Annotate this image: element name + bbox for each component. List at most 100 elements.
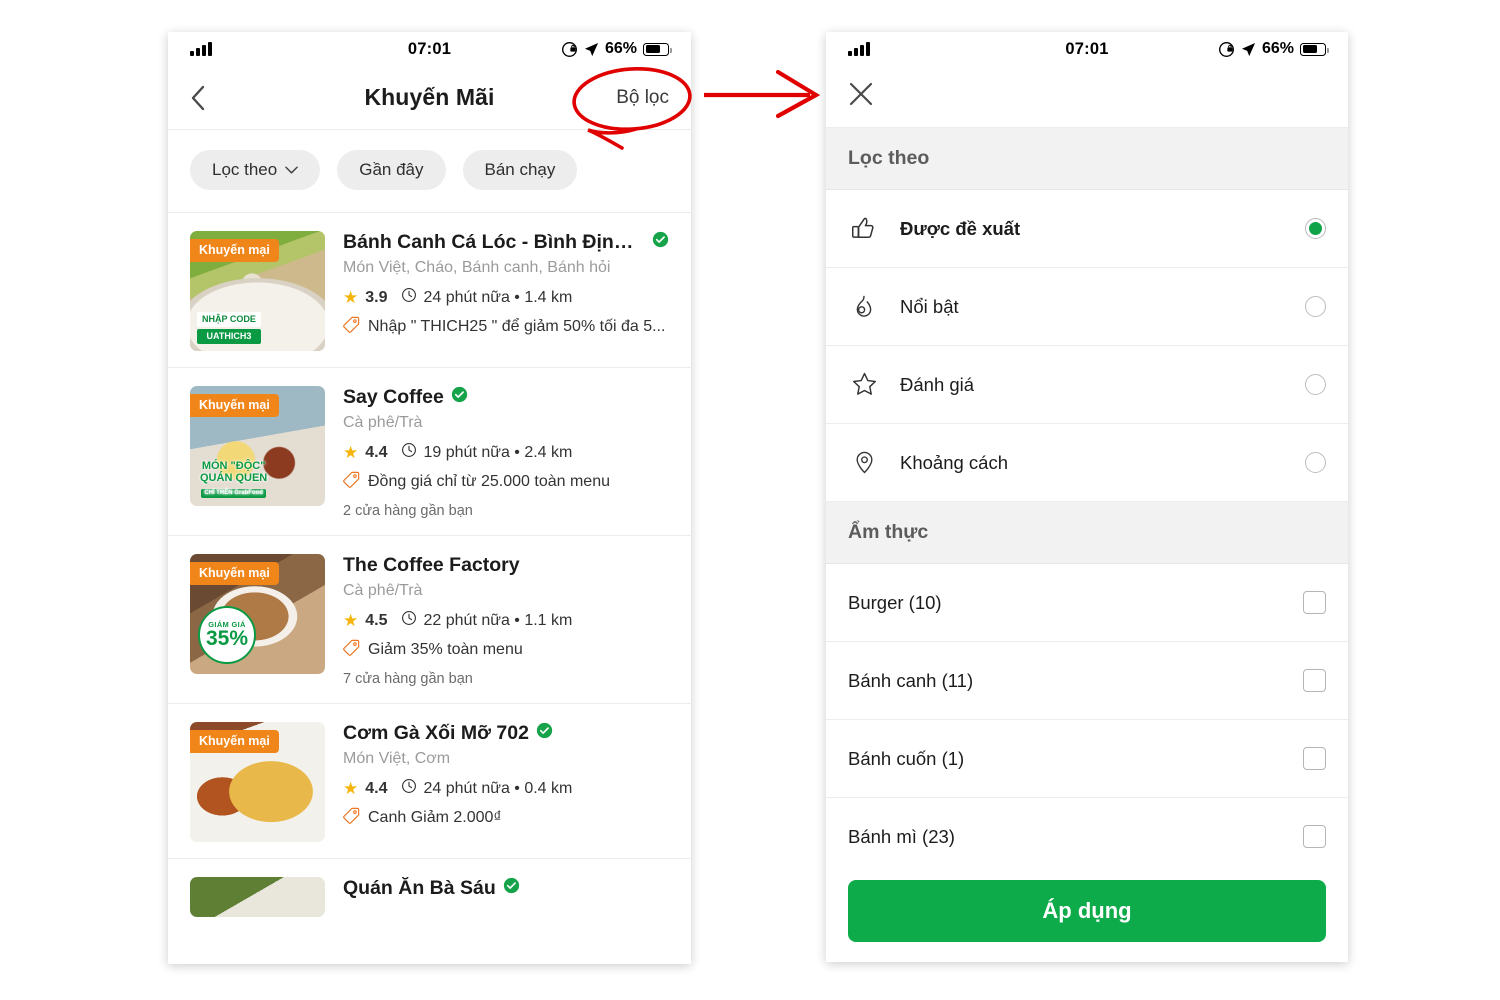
verified-badge-icon	[503, 877, 520, 900]
filter-option-duoc-de-xuat[interactable]: Được đề xuất	[826, 190, 1348, 268]
status-bar-right: 07:01 66%	[826, 32, 1348, 66]
promo-text: Giảm 35% toàn menu	[368, 641, 523, 658]
verified-badge-icon	[536, 722, 553, 745]
chip-label: Bán chạy	[484, 160, 556, 179]
restaurant-meta: ★ 4.4 24 phút nữa • 0.4 km	[343, 778, 669, 799]
verified-badge-icon	[652, 231, 669, 254]
apply-bar: Áp dụng	[826, 862, 1348, 962]
restaurant-name-row: Quán Ăn Bà Sáu	[343, 877, 669, 900]
cuisine-option-banh-canh[interactable]: Bánh canh (11)	[826, 642, 1348, 720]
chip-label: Gần đây	[359, 160, 424, 179]
thumbs-up-icon	[848, 214, 880, 244]
promo-badge: Khuyến mại	[190, 730, 279, 753]
promo-line: Canh Giảm 2.000₫	[343, 807, 669, 829]
nearby-stores: 7 cửa hàng gần bạn	[343, 671, 473, 687]
filter-option-danh-gia[interactable]: Đánh giá	[826, 346, 1348, 424]
radio-button[interactable]	[1305, 296, 1326, 317]
overlay-line-2: QUÁN QUEN	[200, 472, 268, 485]
location-arrow-icon	[584, 42, 599, 57]
checkbox[interactable]	[1303, 591, 1326, 614]
restaurant-card[interactable]: Quán Ăn Bà Sáu	[168, 859, 691, 917]
radio-button[interactable]	[1305, 452, 1326, 473]
restaurant-name: Bánh Canh Cá Lóc - Bình Định Q...	[343, 231, 645, 253]
restaurant-meta: ★ 3.9 24 phút nữa • 1.4 km	[343, 287, 669, 308]
apply-button[interactable]: Áp dụng	[848, 880, 1326, 942]
close-icon	[849, 82, 873, 106]
filter-top-bar	[826, 66, 1348, 128]
radio-button-selected[interactable]	[1305, 218, 1326, 239]
flame-icon	[848, 293, 880, 321]
cuisine-types: Món Việt, Cơm	[343, 750, 451, 767]
star-icon: ★	[343, 287, 359, 307]
star-icon: ★	[343, 778, 359, 798]
radio-button[interactable]	[1305, 374, 1326, 395]
chip-ban-chay[interactable]: Bán chạy	[462, 150, 578, 190]
tag-icon	[343, 639, 360, 661]
battery-icon	[1300, 42, 1329, 56]
thumbnail-code-overlay: NHẬP CODE UATHICH3	[197, 311, 261, 344]
section-header-am-thuc: Ẩm thực	[826, 502, 1348, 564]
clock-icon	[401, 610, 417, 631]
code-line-1: NHẬP CODE	[197, 311, 261, 327]
thumbnail-discount-overlay: GIẢM GIÁ 35%	[198, 606, 256, 664]
chevron-down-icon	[285, 166, 299, 174]
overlay-line-1: MÓN "ĐỘC"	[201, 459, 266, 472]
promo-text: Canh Giảm 2.000₫	[368, 809, 502, 826]
restaurant-name: The Coffee Factory	[343, 554, 520, 576]
tag-icon	[343, 807, 360, 829]
filter-option-khoang-cach[interactable]: Khoảng cách	[826, 424, 1348, 502]
restaurant-thumbnail: Khuyến mại GIẢM GIÁ 35%	[190, 554, 325, 674]
option-label: Burger (10)	[848, 591, 942, 613]
option-label: Bánh canh (11)	[848, 669, 974, 691]
promo-line: Giảm 35% toàn menu	[343, 639, 669, 661]
restaurant-thumbnail	[190, 877, 325, 917]
restaurant-card[interactable]: Khuyến mại Cơm Gà Xối Mỡ 702 Món Việt, C…	[168, 704, 691, 859]
battery-percent: 66%	[604, 40, 637, 57]
restaurant-card[interactable]: Khuyến mại NHẬP CODE UATHICH3 Bánh Canh …	[168, 213, 691, 368]
rating-value: 4.5	[365, 611, 388, 629]
filter-option-noi-bat[interactable]: Nổi bật	[826, 268, 1348, 346]
rating-value: 4.4	[365, 779, 388, 797]
cuisine-types: Món Việt, Cháo, Bánh canh, Bánh hỏi	[343, 259, 611, 276]
close-button[interactable]	[848, 81, 874, 112]
cuisine-option-banh-cuon[interactable]: Bánh cuốn (1)	[826, 720, 1348, 798]
restaurant-name-row: The Coffee Factory	[343, 554, 669, 577]
battery-percent: 66%	[1261, 40, 1294, 57]
option-label: Bánh cuốn (1)	[848, 747, 965, 769]
tag-icon	[343, 471, 360, 493]
cuisine-option-burger[interactable]: Burger (10)	[826, 564, 1348, 642]
checkbox[interactable]	[1303, 747, 1326, 770]
discount-value: 35%	[205, 627, 249, 651]
eta-distance: 24 phút nữa • 0.4 km	[423, 779, 573, 797]
status-bar-left: 07:01 66%	[168, 32, 691, 66]
restaurant-card[interactable]: Khuyến mại MÓN "ĐỘC" QUÁN QUEN CHỈ TRÊN …	[168, 368, 691, 536]
option-label: Bánh mì (23)	[848, 825, 955, 847]
restaurant-card[interactable]: Khuyến mại GIẢM GIÁ 35% The Coffee Facto…	[168, 536, 691, 704]
star-icon: ★	[343, 610, 359, 630]
checkbox[interactable]	[1303, 669, 1326, 692]
restaurant-name: Say Coffee	[343, 386, 444, 408]
chip-loc-theo[interactable]: Lọc theo	[190, 150, 321, 190]
chip-gan-day[interactable]: Gần đây	[337, 150, 446, 190]
promo-text: Đồng giá chỉ từ 25.000 toàn menu	[368, 473, 610, 490]
rating-value: 3.9	[365, 288, 388, 306]
star-outline-icon	[848, 370, 880, 399]
restaurant-name-row: Bánh Canh Cá Lóc - Bình Định Q...	[343, 231, 669, 254]
clock-icon	[401, 778, 417, 799]
restaurant-name: Quán Ăn Bà Sáu	[343, 877, 496, 899]
promo-line: Đồng giá chỉ từ 25.000 toàn menu	[343, 471, 669, 493]
nearby-stores: 2 cửa hàng gần bạn	[343, 503, 473, 519]
filter-button[interactable]: Bộ lọc	[616, 87, 669, 109]
map-pin-icon	[848, 449, 880, 476]
promo-line: Nhập " THICH25 " để giảm 50% tối đa 5...	[343, 316, 669, 338]
restaurant-name-row: Say Coffee	[343, 386, 669, 409]
restaurant-list: Khuyến mại NHẬP CODE UATHICH3 Bánh Canh …	[168, 213, 691, 917]
battery-icon	[643, 42, 672, 56]
eta-distance: 19 phút nữa • 2.4 km	[423, 443, 573, 461]
filter-chip-bar: Lọc theo Gần đây Bán chạy	[168, 130, 691, 213]
promo-badge: Khuyến mại	[190, 562, 279, 585]
cuisine-types: Cà phê/Trà	[343, 582, 423, 599]
checkbox[interactable]	[1303, 825, 1326, 848]
phone-screen-filter: 07:01 66% Lọc theo Được đề xuất Nổi bật …	[826, 32, 1348, 962]
page-title: Khuyến Mãi	[364, 84, 495, 110]
